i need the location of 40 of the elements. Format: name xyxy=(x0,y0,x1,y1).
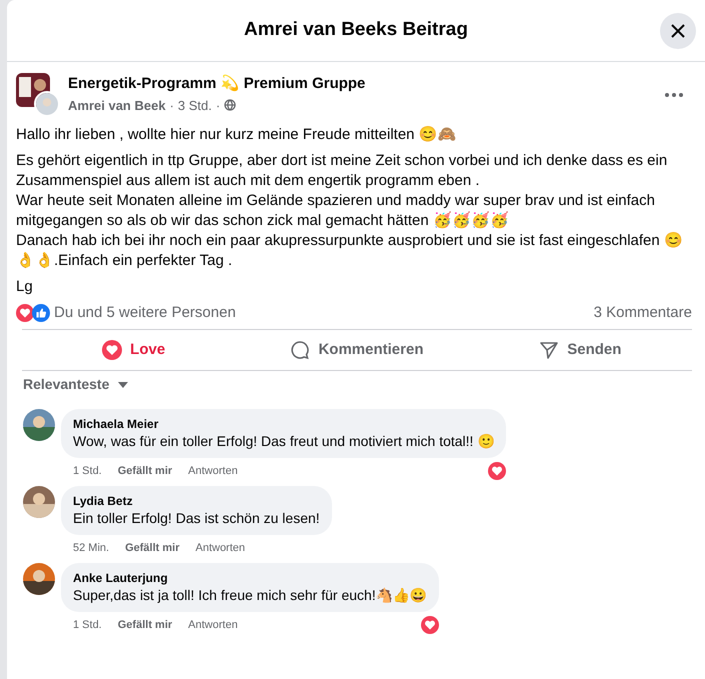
post-text: Hallo ihr lieben , wollte hier nur kurz meine Freude mitteilten 😊🙈 xyxy=(16,125,458,145)
comment-text: Wow, was für ein toller Erfolg! Das freut und motiviert mich total!! 🙂 xyxy=(73,432,494,451)
commenter-name[interactable]: Anke Lauterjung xyxy=(73,570,427,586)
close-icon xyxy=(670,23,686,39)
author-name[interactable]: Amrei van Beek xyxy=(68,96,166,115)
commenter-name[interactable]: Lydia Betz xyxy=(73,493,320,509)
more-icon xyxy=(665,93,683,97)
send-icon xyxy=(539,340,560,360)
like-link[interactable]: Gefällt mir xyxy=(118,616,172,634)
reply-link[interactable]: Antworten xyxy=(195,540,246,556)
globe-icon xyxy=(224,99,236,112)
separator-dot: · xyxy=(216,96,220,114)
post-text: Es gehört eigentlich in ttp Gruppe, aber dort ist meine Zeit schon vorbei und ich denke dass es ein Zusammenspiel aus allem ist auch mit dem engertik programm eben . War heute seit Monaten alleine im Gelände spazieren und maddy war super brav und ist einfach mitgegangen so als ob wir das schon zick mal gemacht hätten 🥳🥳🥳🥳 Danach hab ich bei ihr noch ein paar akupressurpunkte ausprobiert und sie ist fast eingeschlafen 😊 👌👌.Einfach ein perfekter Tag . xyxy=(16,151,684,271)
separator-dot: · xyxy=(170,96,174,114)
like-link[interactable]: Gefällt mir xyxy=(125,540,180,556)
group-name[interactable]: Energetik-Programm 💫 Premium Gruppe xyxy=(68,73,648,96)
comment-text: Ein toller Erfolg! Das ist schön zu lesen! xyxy=(73,509,320,528)
comment-time[interactable]: 1 Std. xyxy=(73,462,102,480)
reply-link[interactable]: Antworten xyxy=(188,616,238,634)
caret-icon xyxy=(117,380,130,388)
action-button[interactable]: Kommentieren xyxy=(245,332,469,368)
comment-time[interactable]: 1 Std. xyxy=(73,616,102,634)
commenter-name[interactable]: Michaela Meier xyxy=(73,416,494,432)
heart-reaction-icon xyxy=(102,340,122,360)
comment-count[interactable]: 3 Kommentare xyxy=(594,302,692,324)
heart-reaction-icon xyxy=(16,304,34,322)
action-button[interactable]: Love xyxy=(22,332,246,368)
post-text: Lg xyxy=(16,277,34,297)
like-link[interactable]: Gefällt mir xyxy=(118,462,172,480)
reply-link[interactable]: Antworten xyxy=(188,462,238,480)
like-reaction-icon xyxy=(32,304,50,322)
speech-bubble-icon xyxy=(290,340,310,360)
action-button[interactable]: Senden xyxy=(468,332,692,368)
comment-text: Super,das ist ja toll! Ich freue mich sehr für euch!🐴👍😀 xyxy=(73,586,427,605)
sort-dropdown[interactable]: Relevanteste xyxy=(23,374,130,395)
comment-time[interactable]: 52 Min. xyxy=(73,540,110,556)
post-time[interactable]: 3 Std. xyxy=(178,96,212,115)
dialog-title: Amrei van Beeks Beitrag xyxy=(244,18,468,42)
reactions-summary[interactable]: Du und 5 weitere Personen xyxy=(54,302,236,324)
close-button[interactable] xyxy=(660,13,696,49)
